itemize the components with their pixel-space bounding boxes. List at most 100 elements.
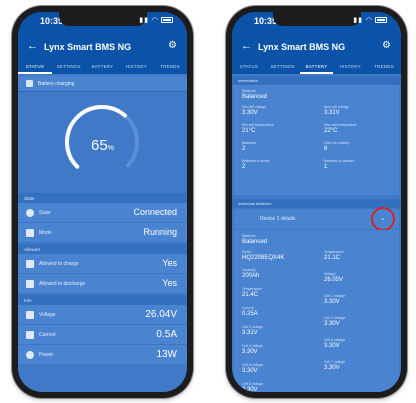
section-state: State bbox=[18, 193, 187, 203]
charging-status-row: Battery charging bbox=[18, 76, 187, 92]
info-value: 3.30V bbox=[242, 368, 258, 374]
status-bar: 10:35 ▮▮ ◠ bbox=[18, 12, 187, 34]
row-label: Power bbox=[39, 352, 54, 358]
info-value: 3.30V bbox=[324, 321, 340, 327]
tab-battery[interactable]: BATTERY bbox=[86, 60, 120, 74]
page-title: Lynx Smart BMS NG bbox=[258, 42, 346, 52]
row-allowed-charge: Allowed to charge Yes bbox=[18, 254, 187, 274]
info-value: 3.31V bbox=[242, 330, 258, 336]
phone-battery-screen: 10:35 ▮▮ ◠ ← Lynx Smart BMS NG ⚙ STATUS S… bbox=[226, 6, 407, 398]
info-cell: Cell 5 voltage 3.30V bbox=[324, 338, 345, 349]
status-icons: ▮▮ ◠ bbox=[139, 16, 173, 24]
row-mode: Mode Running bbox=[18, 223, 187, 243]
info-cell: Temperature 21.1C bbox=[324, 250, 344, 261]
row-value: Running bbox=[143, 227, 177, 237]
row-value: 0.5A bbox=[156, 329, 177, 340]
info-key: Balancer bbox=[242, 89, 256, 93]
expander-label: Device 1 details bbox=[260, 216, 296, 222]
info-value: 3.30V bbox=[242, 349, 258, 355]
screen: 10:35 ▮▮ ◠ ← Lynx Smart BMS NG ⚙ STATUS S… bbox=[18, 12, 187, 392]
mode-icon bbox=[26, 229, 34, 237]
row-power: Power 13W bbox=[18, 345, 187, 365]
tab-bar: STATUS SETTINGS BATTERY HISTORY TRENDS bbox=[232, 60, 401, 74]
info-cell: Cell 3 voltage 3.30V bbox=[324, 316, 345, 327]
info-key: Cell 6 voltage bbox=[242, 363, 264, 367]
info-cell: Serial HQ2208EQX4K bbox=[242, 250, 284, 261]
back-arrow-icon[interactable]: ← bbox=[241, 40, 252, 52]
section-allowed: Allowed bbox=[18, 244, 187, 254]
gear-icon[interactable]: ⚙ bbox=[168, 40, 177, 51]
current-icon bbox=[26, 331, 34, 339]
battery-status-icon bbox=[161, 17, 173, 24]
info-cell: Current 0.25A bbox=[242, 306, 258, 317]
tab-status[interactable]: STATUS bbox=[18, 60, 52, 74]
info-key: Voltage bbox=[324, 272, 336, 276]
info-key: Cell 4 voltage bbox=[242, 344, 264, 348]
notch bbox=[58, 12, 147, 26]
status-bar: 10:35 ▮▮ ◠ bbox=[232, 12, 401, 34]
info-value: 1 bbox=[324, 164, 328, 170]
battery-details-panel: Balancer Balanced Serial HQ2208EQX4K Capacit… bbox=[234, 230, 399, 392]
section-info: Info bbox=[18, 295, 187, 305]
row-allowed-discharge: Allowed to discharge Yes bbox=[18, 274, 187, 294]
tab-settings[interactable]: SETTINGS bbox=[266, 60, 300, 74]
soc-number: 65 bbox=[91, 137, 108, 154]
row-value: Yes bbox=[162, 258, 177, 268]
battery-content: Information Balancer Balanced Min cell vol… bbox=[232, 74, 401, 392]
battery-status-icon bbox=[375, 17, 387, 24]
info-key: Temperature bbox=[242, 287, 262, 291]
screen: 10:35 ▮▮ ◠ ← Lynx Smart BMS NG ⚙ STATUS S… bbox=[232, 12, 401, 392]
tab-bar: STATUS SETTINGS BATTERY HISTORY TRENDS bbox=[18, 60, 187, 74]
info-value: HQ2208EQX4K bbox=[242, 255, 285, 261]
info-value: 3.30V bbox=[242, 387, 258, 392]
info-value: 22°C bbox=[324, 128, 338, 134]
info-cell: Max cell voltage 3.31V bbox=[324, 105, 349, 116]
row-label: Mode bbox=[39, 230, 52, 236]
tab-settings[interactable]: SETTINGS bbox=[52, 60, 86, 74]
section-individual-batteries: Individual batteries bbox=[232, 199, 401, 208]
row-value: Connected bbox=[133, 207, 177, 217]
gear-icon[interactable]: ⚙ bbox=[382, 40, 391, 51]
info-key: Serial bbox=[242, 250, 251, 254]
page-title: Lynx Smart BMS NG bbox=[44, 42, 132, 52]
info-cell: Max cell temperature 22°C bbox=[324, 123, 357, 134]
info-cell: Cell 4 voltage 3.30V bbox=[242, 344, 263, 355]
info-key: Max cell voltage bbox=[324, 105, 350, 109]
row-value: 13W bbox=[156, 349, 177, 360]
info-cell: Cell 1 voltage 3.30V bbox=[324, 294, 345, 305]
info-key: Min cell temperature bbox=[242, 123, 274, 127]
info-cell: Min cell temperature 21°C bbox=[242, 123, 274, 134]
info-cell: Cell 8 voltage 3.30V bbox=[242, 382, 263, 392]
power-icon bbox=[26, 351, 34, 359]
back-arrow-icon[interactable]: ← bbox=[27, 40, 38, 52]
information-panel: Balancer Balanced Min cell voltage 3.30V Max… bbox=[234, 85, 399, 195]
tab-trends[interactable]: TRENDS bbox=[153, 60, 187, 74]
row-value: Yes bbox=[162, 278, 177, 288]
info-value: 3.30V bbox=[324, 299, 340, 305]
charging-status-label: Battery charging bbox=[38, 81, 75, 87]
info-cell: Capacity 200Ah bbox=[242, 268, 259, 279]
allow-charge-icon bbox=[26, 260, 34, 268]
info-key: Max cell temperature bbox=[324, 123, 357, 127]
info-key: Balancer bbox=[242, 234, 256, 238]
status-icons: ▮▮ ◠ bbox=[353, 16, 387, 24]
device-expander[interactable]: Device 1 details ⌄ bbox=[234, 207, 399, 231]
notch bbox=[272, 12, 361, 26]
info-cell: Batteries 2 bbox=[242, 141, 256, 152]
tab-history[interactable]: HISTORY bbox=[333, 60, 367, 74]
tab-status[interactable]: STATUS bbox=[232, 60, 266, 74]
row-label: Voltage bbox=[39, 312, 56, 318]
tab-battery[interactable]: BATTERY bbox=[299, 60, 334, 74]
tab-history[interactable]: HISTORY bbox=[119, 60, 153, 74]
row-state: State Connected bbox=[18, 203, 187, 223]
info-cell: Balancer Balanced bbox=[242, 234, 267, 245]
row-voltage: Voltage 26.04V bbox=[18, 305, 187, 325]
info-value: 3.30V bbox=[242, 110, 258, 116]
info-key: Cell 5 voltage bbox=[324, 338, 346, 342]
info-key: Cell 1 voltage bbox=[324, 294, 346, 298]
tab-trends[interactable]: TRENDS bbox=[367, 60, 401, 74]
row-label: State bbox=[39, 210, 51, 216]
info-cell: Min cell voltage 3.30V bbox=[242, 105, 266, 116]
info-key: Batteries in parallel bbox=[324, 159, 354, 163]
highlight-circle bbox=[371, 207, 395, 231]
